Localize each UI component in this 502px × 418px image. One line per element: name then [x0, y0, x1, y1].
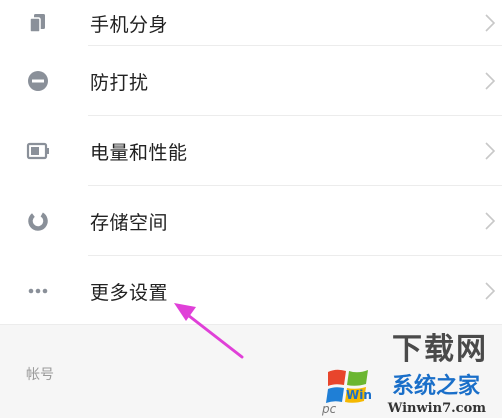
settings-list: 手机分身 防打扰 电量和性能 存储空间 更多设置 [0, 0, 502, 326]
storage-icon [26, 209, 50, 233]
svg-text:Win7: Win7 [346, 388, 372, 402]
settings-item-label: 电量和性能 [90, 141, 188, 164]
section-title: 帐号 [26, 367, 54, 383]
annotation-arrow-icon [174, 303, 244, 359]
watermark-side-text: pc [322, 402, 337, 416]
battery-icon [26, 139, 50, 163]
watermark-middle-text: 系统之家 [392, 374, 481, 399]
settings-item-battery-performance[interactable]: 电量和性能 [0, 116, 502, 186]
settings-item-label: 存储空间 [90, 211, 169, 234]
chevron-right-icon [485, 14, 496, 32]
watermark-bottom-text: Winwin7.com [387, 401, 486, 416]
settings-item-more-settings[interactable]: 更多设置 [0, 256, 502, 326]
chevron-right-icon [485, 212, 496, 230]
phone-clone-icon [26, 11, 50, 35]
do-not-disturb-icon [26, 69, 50, 93]
chevron-right-icon [485, 72, 496, 90]
chevron-right-icon [485, 282, 496, 300]
chevron-right-icon [485, 142, 496, 160]
more-dots-icon [26, 279, 50, 303]
settings-item-label: 更多设置 [90, 281, 169, 304]
settings-item-do-not-disturb[interactable]: 防打扰 [0, 46, 502, 116]
settings-item-phone-clone[interactable]: 手机分身 [0, 0, 502, 46]
settings-item-label: 防打扰 [90, 71, 149, 94]
settings-item-storage[interactable]: 存储空间 [0, 186, 502, 256]
watermark-top-text: 下载网 [392, 332, 488, 367]
settings-item-label: 手机分身 [90, 13, 169, 36]
watermark: 下载网 Win7 pc 系统之家 Winwin7.com [318, 318, 502, 418]
